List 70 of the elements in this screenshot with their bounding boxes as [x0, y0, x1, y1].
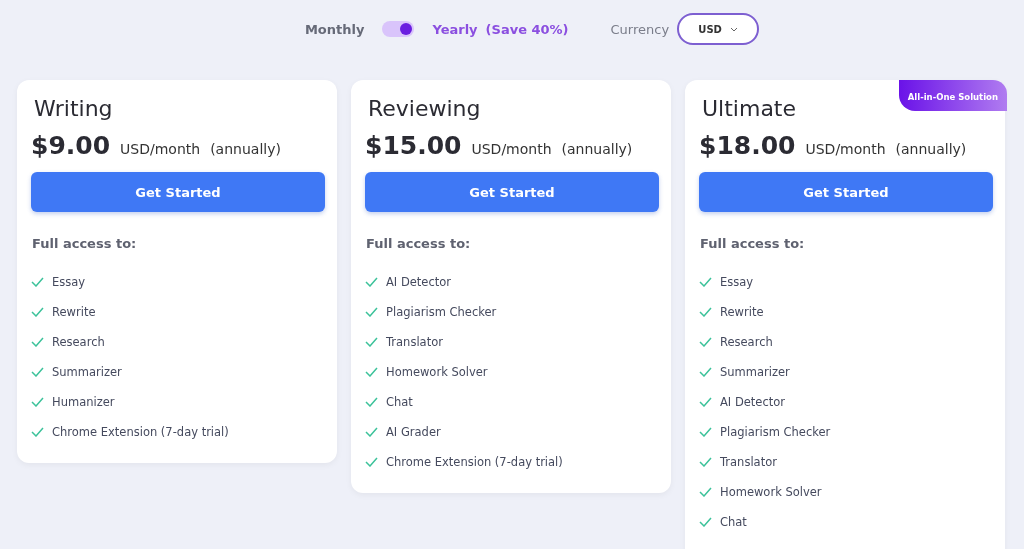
check-icon: [365, 277, 378, 287]
price-unit: USD/month: [471, 141, 552, 157]
check-icon: [31, 337, 44, 347]
currency-dropdown[interactable]: USD: [677, 13, 760, 45]
feature-item: Essay: [52, 275, 86, 289]
feature-item: Homework Solver: [386, 365, 488, 379]
feature-item: AI Detector: [720, 395, 786, 409]
feature-item: Rewrite: [52, 305, 96, 319]
billing-period: (annually): [210, 141, 281, 157]
feature-item: AI Grader: [386, 425, 441, 439]
currency-label: Currency: [610, 21, 670, 37]
feature-item: Chat: [720, 515, 747, 529]
get-started-button[interactable]: Get Started: [365, 172, 659, 212]
check-icon: [699, 307, 712, 317]
plan-name: Ultimate: [702, 96, 797, 121]
check-icon: [31, 307, 44, 317]
check-icon: [699, 427, 712, 437]
feature-item: Plagiarism Checker: [386, 305, 497, 319]
check-icon: [365, 307, 378, 317]
feature-item: Essay: [720, 275, 754, 289]
features-heading: Full access to:: [32, 236, 138, 251]
check-icon: [699, 337, 712, 347]
features-heading: Full access to:: [366, 236, 472, 251]
check-icon: [365, 457, 378, 467]
monthly-label: Monthly: [304, 21, 365, 37]
check-icon: [31, 427, 44, 437]
plan-price: $18.00: [699, 131, 796, 160]
feature-item: Chrome Extension (7-day trial): [386, 455, 563, 469]
chevron-icon: [729, 26, 738, 32]
price-unit: USD/month: [805, 141, 886, 157]
check-icon: [699, 367, 712, 377]
check-icon: [365, 427, 378, 437]
feature-item: Chrome Extension (7-day trial): [52, 425, 229, 439]
check-icon: [31, 367, 44, 377]
check-icon: [365, 397, 378, 407]
feature-item: Humanizer: [52, 395, 115, 409]
billing-toggle[interactable]: [382, 21, 415, 37]
feature-item: Rewrite: [720, 305, 764, 319]
check-icon: [699, 277, 712, 287]
feature-item: AI Detector: [386, 275, 452, 289]
feature-item: Summarizer: [52, 365, 122, 379]
feature-item: Homework Solver: [720, 485, 822, 499]
check-icon: [699, 457, 712, 467]
feature-item: Translator: [720, 455, 777, 469]
check-icon: [31, 397, 44, 407]
check-icon: [699, 397, 712, 407]
feature-item: Summarizer: [720, 365, 790, 379]
check-icon: [699, 517, 712, 527]
check-icon: [31, 277, 44, 287]
check-icon: [365, 367, 378, 377]
plan-badge: All-in-One Solution: [898, 80, 1007, 111]
plan-name: Reviewing: [368, 96, 481, 121]
check-icon: [699, 487, 712, 497]
price-unit: USD/month: [120, 141, 201, 157]
feature-item: Chat: [386, 395, 413, 409]
get-started-button[interactable]: Get Started: [699, 172, 993, 212]
plan-price: $15.00: [365, 131, 462, 160]
feature-item: Plagiarism Checker: [720, 425, 831, 439]
feature-item: Research: [720, 335, 773, 349]
check-icon: [365, 337, 378, 347]
yearly-label: Yearly: [432, 21, 478, 37]
get-started-button[interactable]: Get Started: [31, 172, 325, 212]
features-heading: Full access to:: [700, 236, 806, 251]
billing-period: (annually): [561, 141, 633, 157]
billing-period: (annually): [895, 141, 967, 157]
savings-label: (Save 40%): [485, 21, 569, 37]
plan-price: $9.00: [31, 131, 111, 160]
feature-item: Research: [52, 335, 105, 349]
plan-name: Writing: [34, 96, 113, 121]
feature-item: Translator: [386, 335, 443, 349]
